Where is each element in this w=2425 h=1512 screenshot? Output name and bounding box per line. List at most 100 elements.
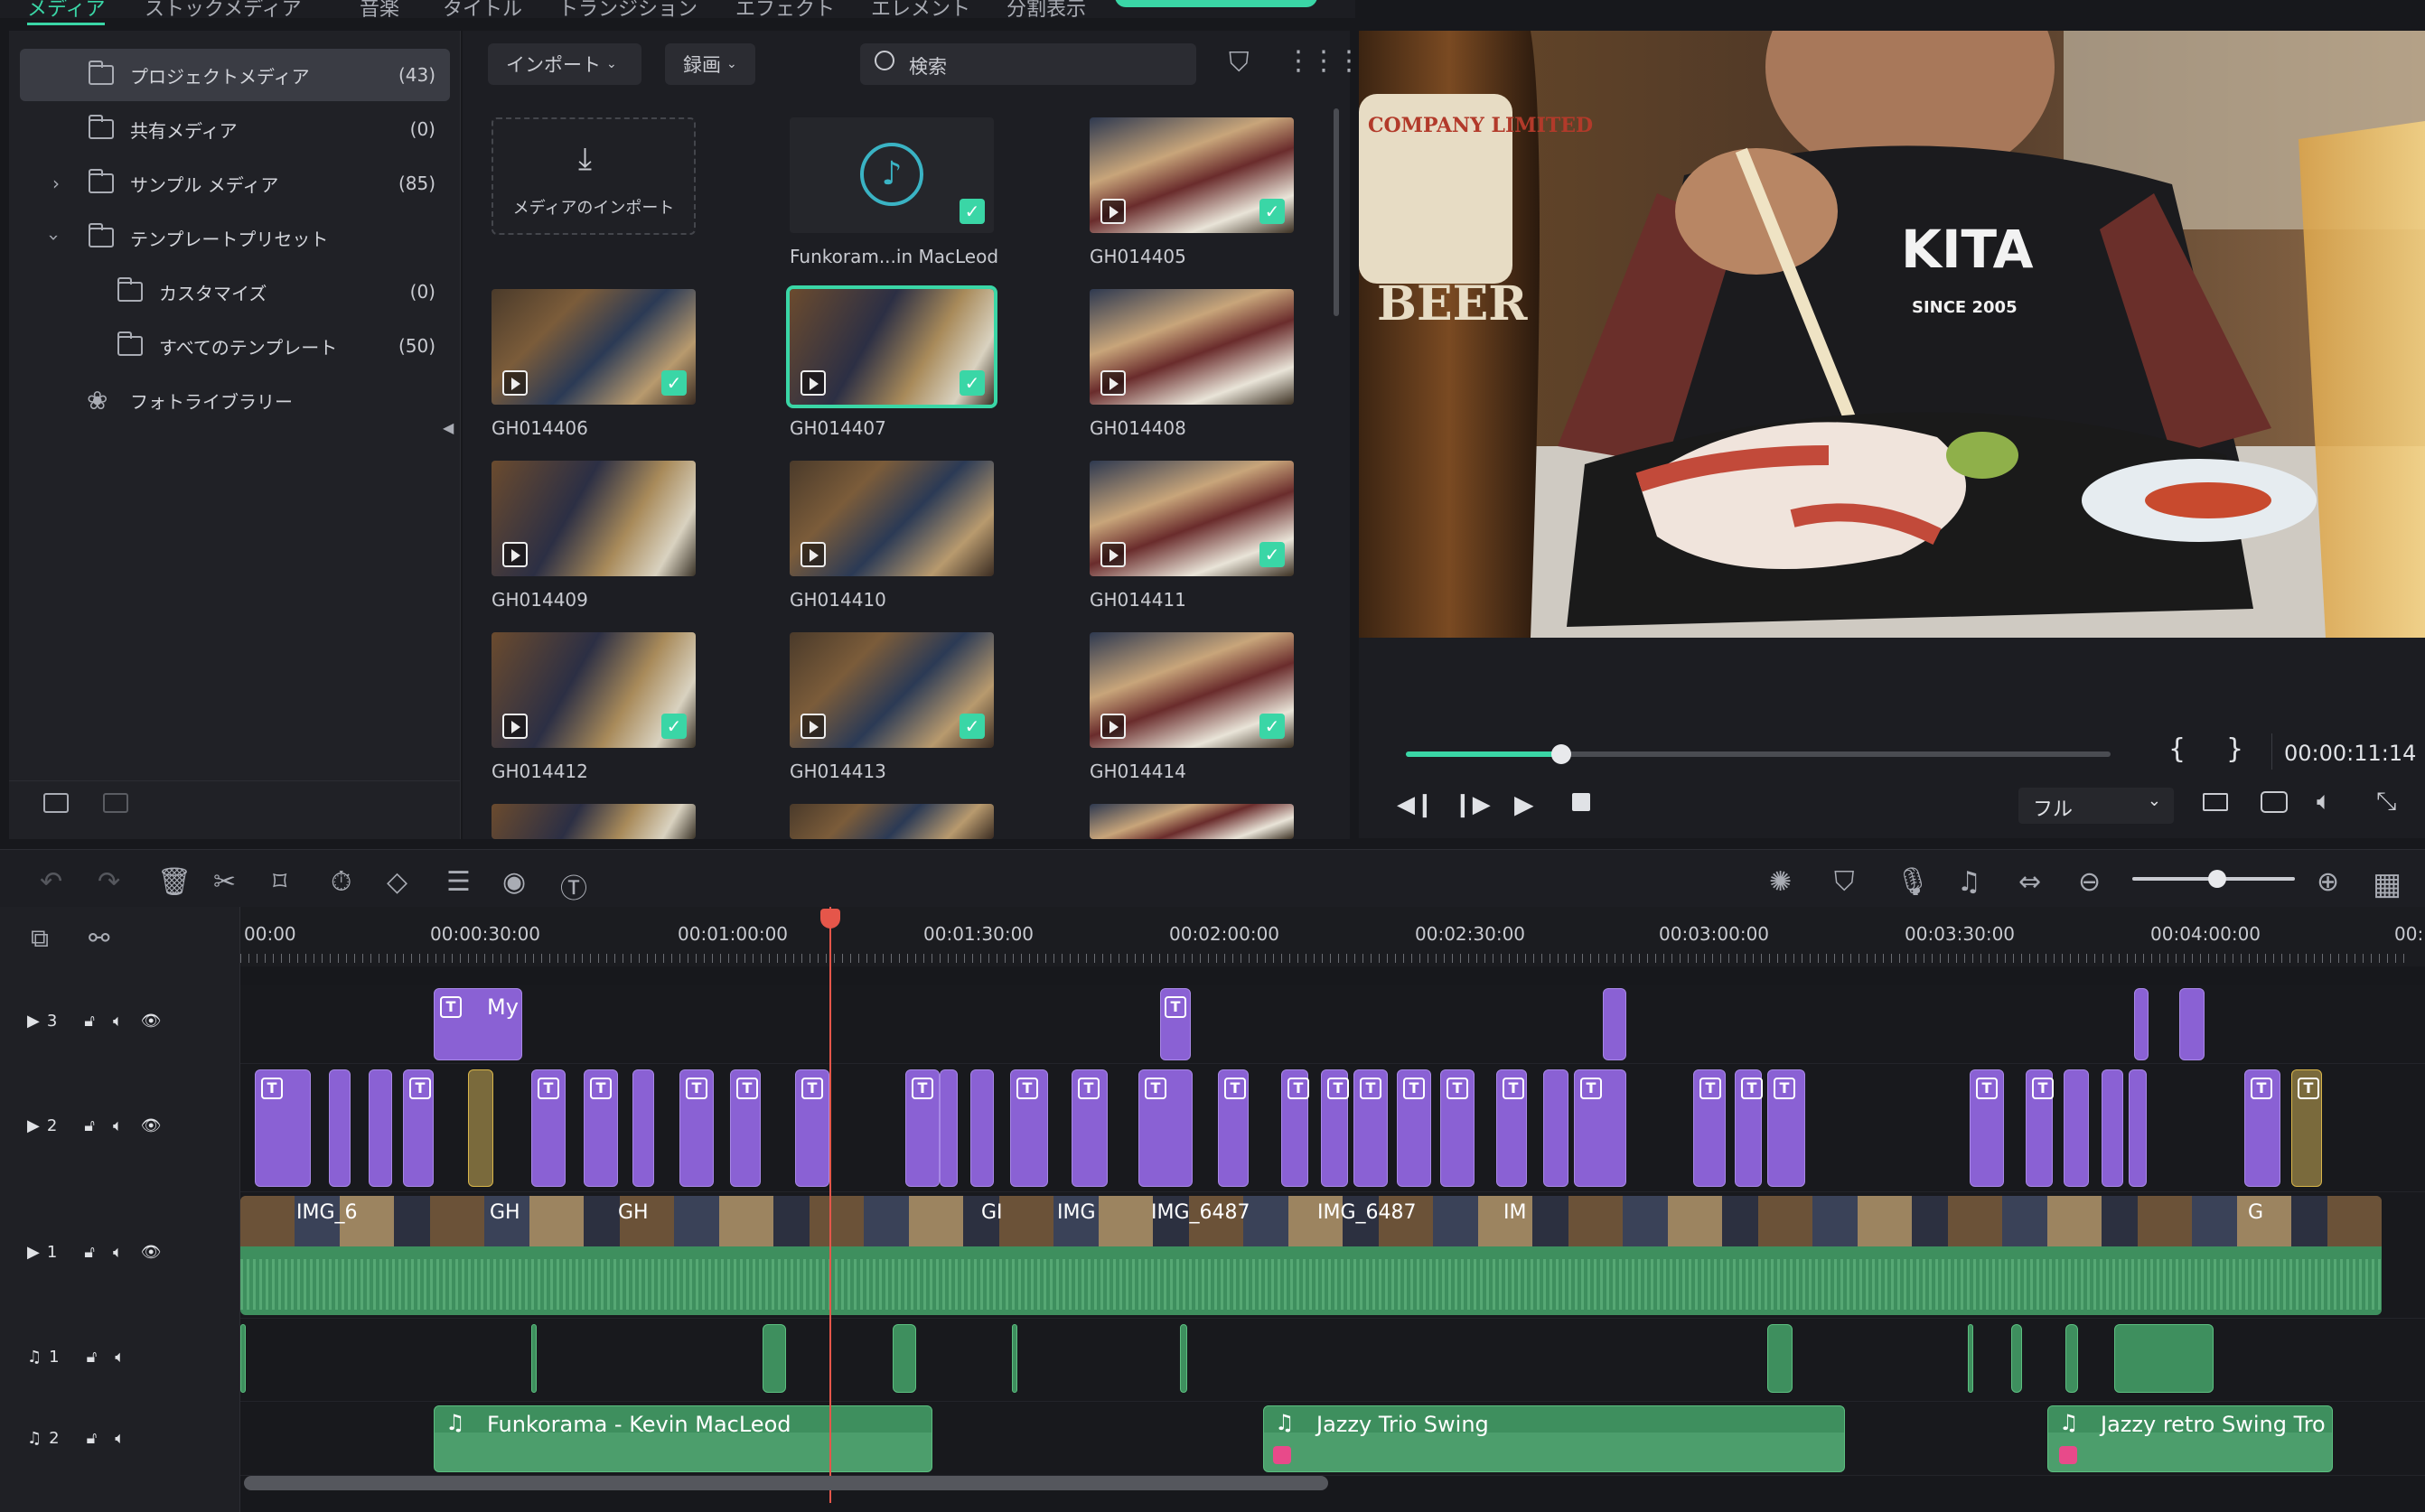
folder-all-templates[interactable]: すべてのテンプレート (50) xyxy=(20,320,450,372)
title-clip[interactable]: T xyxy=(1353,1069,1388,1187)
tag-icon[interactable]: ⌑ xyxy=(273,866,286,898)
zoom-out-icon[interactable]: ⊖ xyxy=(2078,866,2101,898)
mute-icon[interactable]: 🔈︎ xyxy=(113,1243,123,1262)
add-track-icon[interactable]: ⧉ xyxy=(31,923,49,954)
timeline-scrollbar[interactable] xyxy=(244,1476,1328,1490)
tab-titles[interactable]: タイトル xyxy=(443,0,522,22)
audio-clip[interactable] xyxy=(2065,1324,2078,1393)
media-item-thumb[interactable]: ✓ xyxy=(790,632,994,748)
video-clip-strip[interactable]: IMG_6 GH GH GI IMG IMG_6487 IMG_6487 IM … xyxy=(240,1196,2382,1315)
title-clip[interactable]: T xyxy=(2244,1069,2280,1187)
mute-icon[interactable]: 🔈︎ xyxy=(115,1348,125,1367)
audio-clip[interactable] xyxy=(531,1324,537,1393)
folder-sample-media[interactable]: › サンプル メディア (85) xyxy=(20,157,450,210)
tab-split-screen[interactable]: 分割表示 xyxy=(1007,0,1086,22)
media-item-thumb[interactable] xyxy=(492,461,696,576)
redo-icon[interactable]: ↷ xyxy=(98,866,120,898)
prev-frame-icon[interactable]: ◀❙ xyxy=(1397,791,1435,818)
timeline-ruler[interactable]: 00:00 00:00:30:00 00:01:00:00 00:01:30:0… xyxy=(240,907,2425,966)
title-clip[interactable]: T xyxy=(1496,1069,1527,1187)
undo-icon[interactable]: ↶ xyxy=(40,866,62,898)
quality-select[interactable]: フル ⌄ xyxy=(2018,788,2174,824)
media-item-thumb[interactable] xyxy=(790,804,994,839)
mark-out-icon[interactable]: } xyxy=(2226,733,2243,765)
music-clip[interactable]: ♫ Funkorama - Kevin MacLeod xyxy=(434,1405,932,1472)
title-clip[interactable]: T xyxy=(2291,1069,2322,1187)
filter-icon[interactable]: ⛉ xyxy=(1229,47,1250,79)
media-item-thumb[interactable]: ✓ xyxy=(1090,117,1294,233)
monitor-icon[interactable] xyxy=(2203,793,2228,811)
link-icon[interactable]: ⚯ xyxy=(89,923,109,953)
import-dropdown[interactable]: インポート ⌄ xyxy=(488,43,641,85)
eye-icon[interactable]: 👁︎ xyxy=(141,1012,162,1031)
title-clip[interactable]: T xyxy=(1440,1069,1475,1187)
audio-clip[interactable] xyxy=(240,1324,246,1393)
mute-icon[interactable]: 🔈︎ xyxy=(113,1116,123,1135)
grid-view-icon[interactable]: ⋮⋮⋮ xyxy=(1285,45,1362,77)
audio-clip[interactable] xyxy=(1968,1324,1973,1393)
title-clip[interactable]: T xyxy=(1010,1069,1048,1187)
delete-icon[interactable]: 🗑︎ xyxy=(157,866,192,898)
title-clip[interactable]: T xyxy=(795,1069,829,1187)
title-clip[interactable]: T xyxy=(1735,1069,1763,1187)
title-clip[interactable]: T xyxy=(1218,1069,1249,1187)
folder-customize[interactable]: カスタマイズ (0) xyxy=(20,266,450,318)
microphone-icon[interactable]: 🎙︎ xyxy=(1896,866,1930,898)
media-item-thumb[interactable] xyxy=(1090,804,1294,839)
playhead-handle[interactable] xyxy=(820,909,840,929)
volume-icon[interactable]: 🔈︎ xyxy=(2317,786,2332,817)
tab-transitions[interactable]: トランジション xyxy=(558,0,698,22)
title-clip[interactable]: T xyxy=(905,1069,940,1187)
title-clip[interactable]: T xyxy=(1321,1069,1349,1187)
chevron-right-icon[interactable]: › xyxy=(52,173,60,194)
music-clip[interactable]: ♫ Jazzy Trio Swing xyxy=(1263,1405,1845,1472)
lock-icon[interactable]: 🔓︎ xyxy=(87,1429,98,1448)
audio-clip[interactable] xyxy=(2011,1324,2022,1393)
track-audio-1[interactable] xyxy=(240,1319,2425,1402)
zoom-slider-knob[interactable] xyxy=(2208,870,2226,888)
title-clip[interactable] xyxy=(970,1069,994,1187)
mute-icon[interactable]: 🔈︎ xyxy=(113,1012,123,1031)
title-clip[interactable]: T xyxy=(584,1069,618,1187)
title-clip[interactable] xyxy=(2134,988,2149,1060)
title-clip[interactable] xyxy=(1603,988,1626,1060)
media-item-music[interactable]: ♪ ✓ xyxy=(790,117,994,233)
media-item-thumb-selected[interactable]: ✓ xyxy=(786,285,997,408)
lock-icon[interactable]: 🔓︎ xyxy=(84,1116,95,1135)
fit-timeline-icon[interactable]: ⇔ xyxy=(2018,866,2041,898)
lock-icon[interactable]: 🔓︎ xyxy=(87,1348,98,1367)
new-folder-icon[interactable] xyxy=(43,793,69,813)
search-input[interactable]: 検索 xyxy=(860,43,1196,85)
preview-viewer[interactable]: KITA SINCE 2005 COMPANY LIMITED BEER xyxy=(1359,31,2425,638)
title-clip[interactable]: T xyxy=(531,1069,566,1187)
audio-clip[interactable] xyxy=(1180,1324,1187,1393)
title-clip[interactable]: T xyxy=(1160,988,1191,1060)
audio-wave-icon[interactable]: ◉ xyxy=(502,866,526,898)
folder-project-media[interactable]: プロジェクトメディア (43) xyxy=(20,49,450,101)
title-clip[interactable] xyxy=(468,1069,493,1187)
media-item-thumb[interactable]: ✓ xyxy=(1090,461,1294,576)
title-clip[interactable]: T xyxy=(1970,1069,2004,1187)
title-clip[interactable] xyxy=(2179,988,2205,1060)
scissors-icon[interactable]: ✂ xyxy=(213,866,236,898)
mute-icon[interactable]: 🔈︎ xyxy=(115,1429,125,1448)
record-dropdown[interactable]: 録画 ⌄ xyxy=(665,43,755,85)
keyframe-icon[interactable]: ◇ xyxy=(387,866,407,898)
audio-mixer-icon[interactable]: ♫ xyxy=(1957,866,1981,898)
zoom-in-icon[interactable]: ⊕ xyxy=(2317,866,2339,898)
title-clip[interactable]: T xyxy=(1138,1069,1193,1187)
stop-icon[interactable] xyxy=(1572,793,1590,811)
music-clip[interactable]: ♫ Jazzy retro Swing Tro xyxy=(2047,1405,2333,1472)
media-item-thumb[interactable] xyxy=(790,461,994,576)
eye-icon[interactable]: 👁︎ xyxy=(141,1243,162,1262)
tab-effects[interactable]: エフェクト xyxy=(735,0,835,22)
folder-shared-media[interactable]: 共有メディア (0) xyxy=(20,103,450,155)
timer-icon[interactable]: ⏱︎ xyxy=(331,866,351,898)
title-clip[interactable]: T xyxy=(1397,1069,1431,1187)
media-item-thumb[interactable]: ✓ xyxy=(492,289,696,405)
lock-icon[interactable]: 🔓︎ xyxy=(84,1243,95,1262)
folder-template-presets[interactable]: › テンプレートプリセット xyxy=(20,211,450,264)
folder-photo-library[interactable]: ❀ フォトライブラリー xyxy=(20,374,450,426)
title-clip[interactable] xyxy=(2102,1069,2123,1187)
zoom-slider[interactable] xyxy=(2132,870,2295,888)
